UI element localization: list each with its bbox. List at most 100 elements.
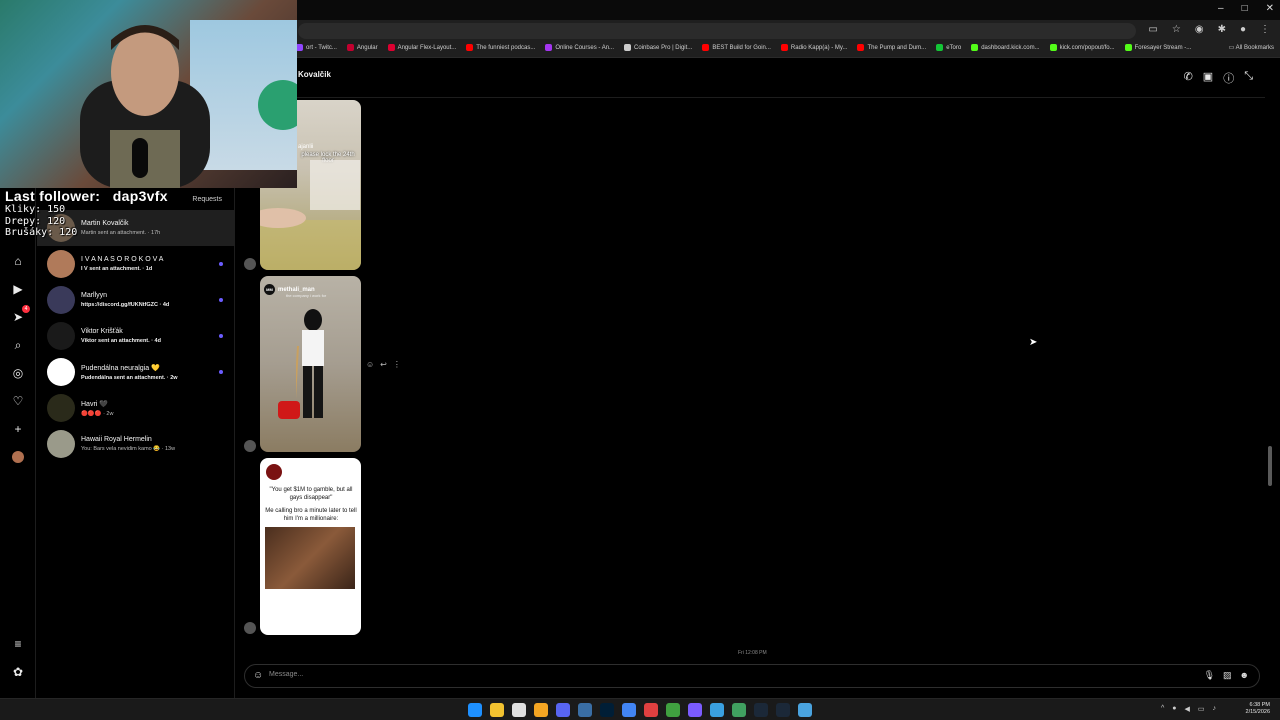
message-input[interactable]: Message... [269, 671, 303, 678]
stat-situps: Brušáky: 120 [5, 227, 78, 238]
conversation-name: Pudendálna neuralgia 💛 [81, 364, 160, 372]
bookmark-label: The funniest podcas... [476, 44, 536, 51]
media-message[interactable]: "You get $1M to gamble, but all gays dis… [260, 458, 361, 635]
bookmark-item[interactable]: The funniest podcas... [466, 44, 535, 51]
video-call-icon[interactable]: ▣ [1203, 70, 1213, 86]
menu-dots-icon[interactable]: ⋮ [1260, 24, 1270, 35]
sender-avatar[interactable] [244, 440, 256, 452]
taskbar-app-icon[interactable] [578, 703, 592, 717]
bookmark-item[interactable]: eToro [936, 44, 961, 51]
bookmark-item[interactable]: The Pump and Dum... [857, 44, 926, 51]
conversation-item[interactable]: Viktor Krišťák Viktor sent an attachment.… [37, 318, 235, 354]
taskbar-app-icon[interactable] [644, 703, 658, 717]
bookmark-item[interactable]: dashboard.kick.com... [971, 44, 1040, 51]
clock-time: 6:38 PM [1249, 702, 1270, 708]
phone-icon[interactable]: ✆ [1184, 70, 1193, 86]
contact-name[interactable]: Kovalčik [298, 70, 331, 79]
threads-icon[interactable]: ✿ [9, 663, 27, 681]
taskbar-app-icon[interactable] [710, 703, 724, 717]
taskbar-app-icon[interactable] [754, 703, 768, 717]
create-icon[interactable]: + [9, 420, 27, 438]
taskbar-app-icon[interactable] [512, 703, 526, 717]
bookmark-item[interactable]: Angular Flex-Layout... [387, 44, 457, 51]
stat-squats: Drepy: 120 [5, 215, 66, 227]
taskbar-app-icon[interactable] [534, 703, 548, 717]
address-bar[interactable] [298, 23, 1136, 39]
volume-icon[interactable]: ◀ [1184, 705, 1189, 713]
scrollbar-thumb[interactable] [1268, 446, 1272, 486]
bookmark-item[interactable]: Online Courses - An... [545, 44, 614, 51]
taskbar-app-icon[interactable] [468, 703, 482, 717]
requests-tab[interactable]: Requests [192, 196, 222, 203]
bookmark-item[interactable]: ort - Twitc... [296, 44, 337, 51]
scrollbar[interactable] [1267, 62, 1273, 660]
messenger-icon[interactable]: ➤ 4 [9, 305, 30, 326]
cast-icon[interactable]: ▭ [1148, 24, 1157, 35]
more-menu-icon[interactable]: ≡ [9, 635, 27, 653]
conversation-item[interactable]: Pudendálna neuralgia 💛 Pudendálna sent an… [37, 354, 235, 390]
conversation-name: I V A N A S O R O K O V A [81, 256, 164, 263]
maximize-button[interactable]: □ [1242, 3, 1248, 14]
all-bookmarks-button[interactable]: ▭ All Bookmarks [1229, 44, 1274, 51]
bookmark-item[interactable]: Foresayer Stream -... [1124, 44, 1191, 51]
taskbar-app-icon[interactable] [600, 703, 614, 717]
close-button[interactable]: ✕ [1266, 3, 1274, 14]
bookmark-favicon-icon [466, 44, 474, 51]
bookmark-item[interactable]: BEST Build for Goin... [702, 44, 771, 51]
bookmark-label: Angular Flex-Layout... [397, 44, 457, 51]
taskbar-app-icon[interactable] [688, 703, 702, 717]
sender-avatar[interactable] [244, 258, 256, 270]
taskbar-app-icon[interactable] [666, 703, 680, 717]
image-upload-icon[interactable]: ▨ [1223, 670, 1232, 681]
bookmark-item[interactable]: kick.com/popout/fo... [1049, 44, 1115, 51]
home-icon[interactable]: ⌂ [9, 252, 27, 270]
extension-icon[interactable]: ◉ [1195, 24, 1204, 35]
taskbar-app-icon[interactable] [622, 703, 636, 717]
taskbar-app-icon[interactable] [732, 703, 746, 717]
taskbar-app-icon[interactable] [798, 703, 812, 717]
taskbar-app-icon[interactable] [556, 703, 570, 717]
conversation-preview: https://discord.gg/fUKNtfGZC · 4d [81, 302, 170, 308]
bookmark-item[interactable]: Coinbase Pro | Digit... [624, 44, 692, 51]
avatar [47, 358, 75, 386]
profile-avatar[interactable] [9, 448, 27, 466]
info-icon[interactable]: ⓘ [1223, 70, 1234, 86]
bookmark-star-icon[interactable]: ☆ [1172, 24, 1181, 35]
media-message[interactable]: MM methali_man the company i work for [260, 276, 361, 452]
minimize-chat-icon[interactable]: ⤡ [1244, 70, 1253, 86]
bookmark-item[interactable]: Radio Kapp(a) - My... [780, 44, 847, 51]
reels-icon[interactable]: ▶ [9, 280, 27, 298]
network-icon[interactable]: ▭ [1198, 705, 1205, 713]
last-follower: Last follower: dap3vfx [5, 188, 168, 204]
more-options-icon[interactable]: ⋮ [393, 360, 401, 369]
mic-icon[interactable]: ● [1172, 705, 1176, 713]
unread-dot [219, 370, 223, 374]
conversation-item[interactable]: Hawaii Royal Hermelin You: Bars vela nevi… [37, 426, 235, 462]
conversation-item[interactable]: I V A N A S O R O K O V A I V sent an att… [37, 246, 235, 282]
puzzle-icon[interactable]: ✱ [1218, 24, 1226, 35]
conversation-item[interactable]: Marllyyn https://discord.gg/fUKNtfGZC · 4… [37, 282, 235, 318]
sticker-icon[interactable]: ☻ [1240, 670, 1249, 681]
profile-icon[interactable]: ● [1240, 24, 1246, 35]
sender-avatar[interactable] [244, 622, 256, 634]
heart-icon[interactable]: ♡ [9, 392, 27, 410]
emoji-react-icon[interactable]: ☺ [366, 360, 374, 369]
speaker-icon[interactable]: ♪ [1213, 705, 1217, 713]
bookmark-favicon-icon [780, 44, 788, 51]
emoji-picker-icon[interactable]: ☺ [253, 670, 263, 681]
conversation-item[interactable]: Havri 🖤 🔴🔴🔴 · 2w [37, 390, 235, 426]
conversation-text: Havri 🖤 🔴🔴🔴 · 2w [81, 400, 113, 417]
bookmark-item[interactable]: Angular [346, 44, 378, 51]
search-icon[interactable]: ⌕ [9, 336, 27, 354]
reply-icon[interactable]: ↩ [380, 360, 387, 369]
post-subtitle: the company i work for [286, 293, 327, 298]
taskbar-app-icon[interactable] [776, 703, 790, 717]
microphone-icon[interactable]: 🎙 [1204, 670, 1215, 681]
clock[interactable]: 6:38 PM 2/15/2026 [1246, 702, 1270, 716]
explore-icon[interactable]: ◎ [9, 364, 27, 382]
conversation-name: Havri 🖤 [81, 400, 108, 408]
taskbar-app-icon[interactable] [490, 703, 504, 717]
chevron-up-icon[interactable]: ^ [1161, 705, 1164, 713]
message-actions: ☺ ↩ ⋮ [366, 360, 401, 369]
minimize-button[interactable]: – [1218, 3, 1224, 14]
